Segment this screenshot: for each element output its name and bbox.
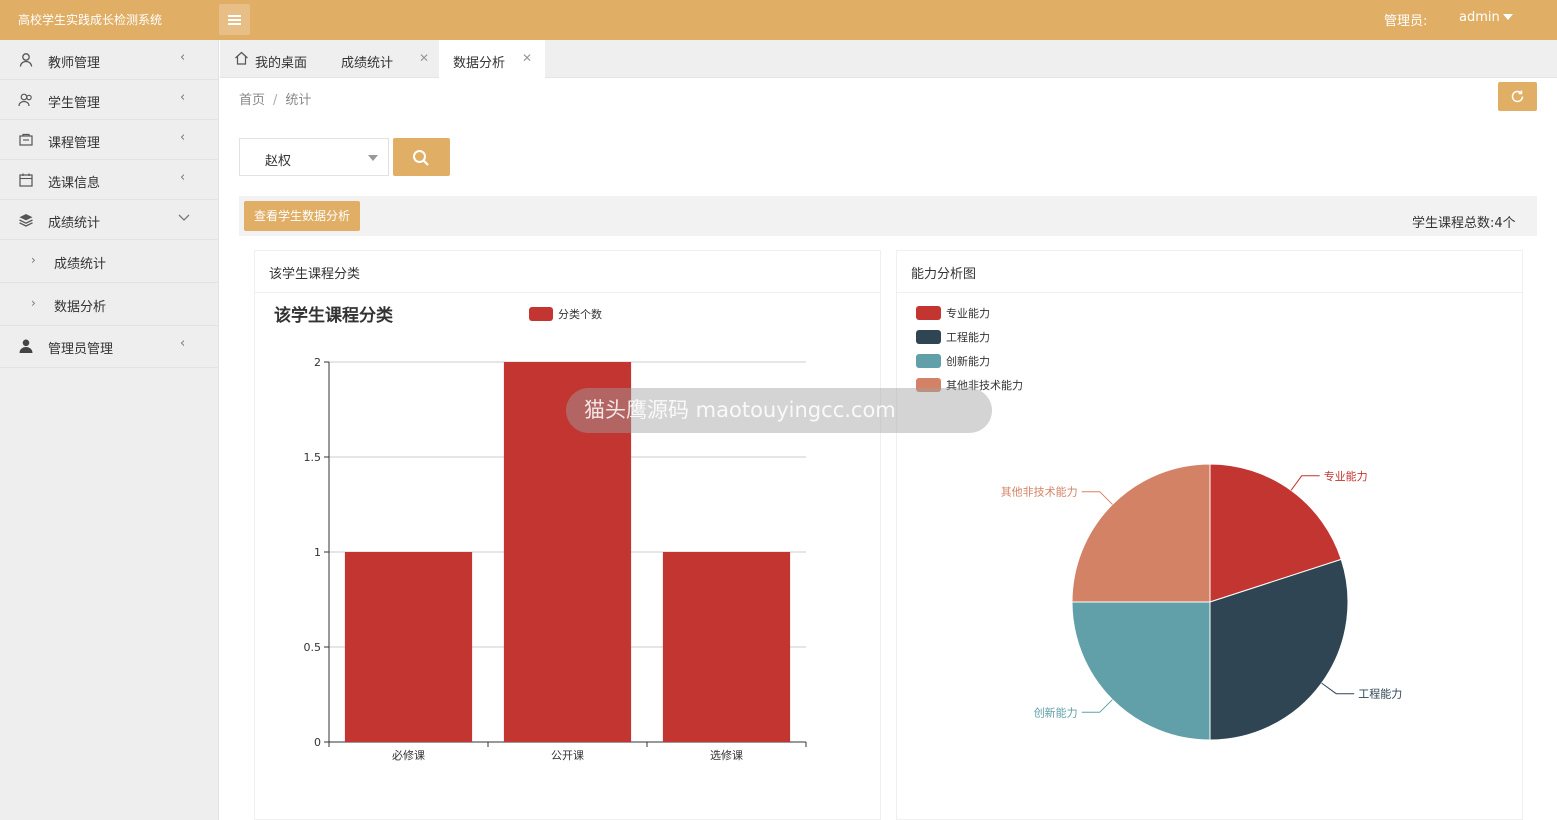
- sidebar-item-label: 课程管理: [48, 136, 101, 151]
- sidebar-subitem-score-stats[interactable]: › 成绩统计: [0, 240, 218, 283]
- caret-down-icon[interactable]: [1503, 14, 1513, 20]
- y-tick-label: 2: [314, 356, 321, 369]
- chart-title: 该学生课程分类: [274, 305, 394, 326]
- student-select-value: 赵权: [265, 154, 292, 169]
- home-icon: [235, 51, 248, 65]
- y-tick-label: 1.5: [304, 451, 322, 464]
- close-icon[interactable]: ✕: [522, 51, 532, 65]
- sidebar-item-label: 成绩统计: [48, 216, 101, 231]
- course-total: 学生课程总数:4个: [1412, 216, 1516, 231]
- x-tick-label: 选修课: [710, 748, 743, 762]
- user-icon: [19, 53, 33, 67]
- calendar-icon: [19, 173, 33, 187]
- y-tick-label: 0.5: [304, 641, 322, 654]
- app-title: 高校学生实践成长检测系统: [18, 13, 163, 27]
- sidebar-item-enrollment[interactable]: 选课信息 ‹: [0, 160, 218, 200]
- sidebar-item-label: 管理员管理: [48, 342, 114, 357]
- admin-icon: [19, 339, 33, 353]
- top-header: 高校学生实践成长检测系统 管理员: admin: [0, 0, 1557, 40]
- caret-down-icon: [368, 155, 378, 161]
- student-select[interactable]: 赵权: [239, 138, 389, 176]
- toolbar: 查看学生数据分析 学生课程总数:4个: [239, 196, 1537, 236]
- chevron-down-icon: [178, 214, 190, 221]
- pie-label: 专业能力: [1324, 469, 1368, 483]
- chevron-left-icon: ‹: [180, 336, 186, 351]
- pie-label: 工程能力: [1358, 687, 1402, 701]
- search-button[interactable]: [393, 138, 450, 176]
- legend-label: 工程能力: [946, 330, 990, 344]
- tab-bar: 我的桌面 成绩统计 ✕ 数据分析 ✕: [220, 40, 1557, 78]
- chevron-left-icon: ‹: [180, 170, 186, 185]
- sidebar-item-label: 选课信息: [48, 176, 101, 191]
- sidebar-item-teacher[interactable]: 教师管理 ‹: [0, 40, 218, 80]
- sidebar-subitem-data-analysis[interactable]: › 数据分析: [0, 283, 218, 326]
- bar: [662, 552, 791, 742]
- bar-chart: 该学生课程分类 分类个数 0 0.5 1 1.5 2 必修课 公开课 选修课: [274, 305, 807, 762]
- pie-slice: [1071, 463, 1211, 603]
- pie-label-line: [1081, 491, 1113, 505]
- close-icon[interactable]: ✕: [419, 51, 429, 65]
- legend-label: 分类个数: [558, 307, 602, 321]
- pie-label: 创新能力: [1034, 705, 1078, 719]
- sidebar-item-label: 教师管理: [48, 56, 101, 71]
- legend-swatch: [916, 306, 941, 320]
- bar: [344, 552, 473, 742]
- chevron-left-icon: ‹: [180, 90, 186, 105]
- tab-label: 成绩统计: [341, 56, 394, 71]
- x-tick-label: 必修课: [392, 748, 425, 762]
- legend-swatch: [916, 354, 941, 368]
- chevron-left-icon: ‹: [180, 50, 186, 65]
- pie-chart: 专业能力工程能力创新能力其他非技术能力专业能力工程能力创新能力其他非技术能力: [916, 306, 1402, 741]
- legend-label: 创新能力: [946, 354, 990, 368]
- sidebar-item-admin[interactable]: 管理员管理 ‹: [0, 326, 218, 368]
- sidebar-subitem-label: 成绩统计: [54, 257, 107, 272]
- legend-swatch: [529, 307, 553, 321]
- breadcrumb-current: 统计: [285, 93, 312, 108]
- view-analysis-button[interactable]: 查看学生数据分析: [244, 201, 360, 231]
- admin-label: 管理员:: [1384, 14, 1428, 29]
- pie-label-line: [1321, 682, 1355, 695]
- sidebar-item-student[interactable]: 学生管理 ‹: [0, 80, 218, 120]
- pie-label-line: [1290, 475, 1320, 491]
- menu-toggle-button[interactable]: [219, 4, 250, 35]
- x-tick-label: 公开课: [551, 749, 584, 762]
- tab-label: 数据分析: [453, 56, 506, 71]
- legend-label: 专业能力: [946, 306, 990, 320]
- search-icon: [413, 150, 429, 166]
- tab-label: 我的桌面: [255, 56, 308, 71]
- users-icon: [18, 93, 32, 107]
- tab-score-stats[interactable]: 成绩统计 ✕: [330, 40, 439, 78]
- breadcrumb: 首页 / 统计: [239, 93, 312, 108]
- chevron-left-icon: ‹: [180, 130, 186, 145]
- sidebar-item-label: 学生管理: [48, 96, 101, 111]
- pie-label-line: [1081, 699, 1113, 713]
- sidebar-subitem-label: 数据分析: [54, 300, 107, 315]
- hamburger-icon: [228, 15, 241, 17]
- watermark-banner: 猫头鹰源码 maotouyingcc.com: [566, 388, 992, 433]
- pie-label: 其他非技术能力: [1001, 485, 1078, 499]
- refresh-icon: [1511, 90, 1524, 103]
- course-icon: [19, 133, 33, 146]
- refresh-button[interactable]: [1498, 82, 1537, 111]
- pie-slice: [1071, 601, 1211, 741]
- sidebar-item-course[interactable]: 课程管理 ‹: [0, 120, 218, 160]
- breadcrumb-home[interactable]: 首页: [239, 93, 265, 108]
- chevron-right-icon: ›: [31, 253, 36, 267]
- sidebar: 教师管理 ‹ 学生管理 ‹ 课程管理 ‹ 选课信息 ‹ 成绩统计 › 成绩统计 …: [0, 40, 219, 820]
- sidebar-item-scores[interactable]: 成绩统计: [0, 200, 218, 240]
- admin-dropdown[interactable]: admin: [1459, 10, 1500, 25]
- tab-desktop[interactable]: 我的桌面: [220, 40, 330, 78]
- layers-icon: [19, 214, 33, 227]
- y-tick-label: 0: [314, 736, 321, 749]
- y-tick-label: 1: [314, 546, 321, 559]
- panel-title: 能力分析图: [911, 267, 977, 282]
- panel-title: 该学生课程分类: [269, 267, 361, 282]
- tab-data-analysis[interactable]: 数据分析 ✕: [439, 40, 545, 78]
- chevron-right-icon: ›: [31, 296, 36, 310]
- legend-swatch: [916, 330, 941, 344]
